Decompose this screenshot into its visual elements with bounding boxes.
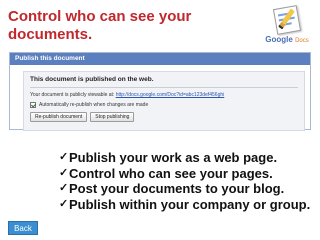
list-item: ✓ Control who can see your pages. xyxy=(59,166,314,182)
stop-publishing-button[interactable]: Stop publishing xyxy=(90,112,135,122)
public-url-line: Your document is publicly viewable at: h… xyxy=(30,92,224,98)
published-status-box: This document is published on the web. Y… xyxy=(23,71,305,131)
list-item: ✓ Publish your work as a web page. xyxy=(59,150,314,166)
checkmark-icon: ✓ xyxy=(59,197,69,210)
publish-panel-screenshot: Publish this document This document is p… xyxy=(9,52,311,131)
back-button[interactable]: Back xyxy=(8,221,38,235)
public-url-link[interactable]: http://docs.google.com/Doc?id=abc123def4… xyxy=(116,92,225,98)
list-item-text: Publish within your company or group. xyxy=(69,196,311,212)
list-item-text: Publish your work as a web page. xyxy=(69,150,278,165)
panel-header: Publish this document xyxy=(10,53,310,65)
list-item-text: Control who can see your pages. xyxy=(69,165,273,181)
google-docs-logo: Google Docs xyxy=(262,5,312,46)
logo-wordmark: Google Docs xyxy=(262,35,312,46)
divider xyxy=(30,87,298,88)
auto-republish-label: Automatically re-publish when changes ar… xyxy=(39,102,149,108)
logo-brand: Google xyxy=(265,35,293,44)
feature-list: ✓ Publish your work as a web page. ✓ Con… xyxy=(59,150,314,212)
logo-product: Docs xyxy=(295,38,309,44)
list-item: ✓ Post your documents to your blog. xyxy=(59,181,314,197)
republish-button[interactable]: Re-publish document xyxy=(30,112,88,122)
list-item-text: Post your documents to your blog. xyxy=(69,181,285,196)
checkmark-icon: ✓ xyxy=(59,182,69,194)
auto-republish-checkbox[interactable] xyxy=(30,102,36,108)
list-item: ✓ Publish within your company or group. xyxy=(59,197,314,213)
published-heading: This document is published on the web. xyxy=(30,76,154,83)
publish-actions: Re-publish document Stop publishing xyxy=(30,112,135,122)
checkmark-icon: ✓ xyxy=(59,166,69,179)
auto-republish-row[interactable]: Automatically re-publish when changes ar… xyxy=(30,102,148,108)
slide-title: Control who can see your documents. xyxy=(8,8,192,43)
url-prefix: Your document is publicly viewable at: xyxy=(30,92,115,98)
checkmark-icon: ✓ xyxy=(59,151,69,163)
